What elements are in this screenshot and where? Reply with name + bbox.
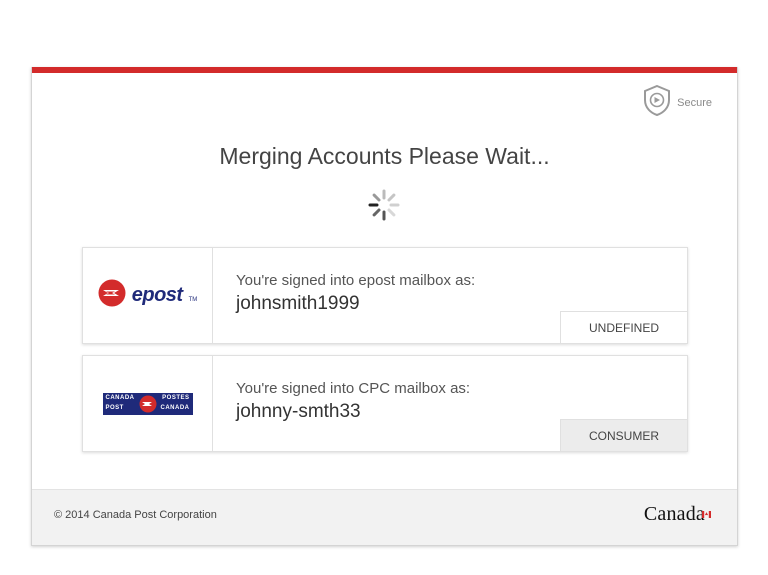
epost-trademark: TM: [188, 296, 198, 303]
account-label: You're signed into epost mailbox as:: [236, 272, 476, 289]
canada-post-logo: CANADA POST POSTES CANADA: [83, 356, 213, 451]
account-username: johnsmith1999: [236, 293, 360, 314]
cp-logo-text-postes: POSTES: [162, 394, 190, 401]
account-username: johnny-smth33: [236, 401, 361, 422]
account-type-badge: CONSUMER: [560, 419, 687, 451]
epost-eagle-icon: [98, 279, 126, 312]
account-card-cpc: CANADA POST POSTES CANADA You're signed …: [82, 355, 688, 452]
top-accent-bar: [32, 67, 737, 73]
footer: © 2014 Canada Post Corporation Canada: [32, 489, 737, 545]
page-title: Merging Accounts Please Wait...: [219, 143, 550, 169]
epost-wordmark: epost: [131, 284, 183, 306]
epost-logo: epost TM: [83, 248, 213, 343]
canada-wordmark: Canada: [644, 503, 711, 526]
secure-label: Secure: [677, 97, 712, 109]
cp-logo-text-canada-fr: CANADA: [160, 404, 190, 411]
account-type-badge: UNDEFINED: [560, 311, 687, 343]
account-card-epost: epost TM You're signed into epost mailbo…: [82, 247, 688, 344]
secure-indicator: Secure: [643, 84, 712, 121]
copyright-text: © 2014 Canada Post Corporation: [54, 509, 217, 521]
canada-flag-icon: [702, 505, 711, 518]
cp-eagle-icon: [139, 395, 157, 418]
cp-logo-text-post: POST: [105, 404, 124, 411]
loading-spinner-icon: [367, 188, 401, 222]
shield-icon: [643, 84, 671, 121]
cp-logo-text-canada: CANADA: [105, 394, 135, 401]
account-label: You're signed into CPC mailbox as:: [236, 380, 471, 397]
canada-wordmark-text: Canada: [643, 503, 705, 525]
merge-dialog: Secure Merging Accounts Please Wait... e…: [31, 67, 738, 546]
